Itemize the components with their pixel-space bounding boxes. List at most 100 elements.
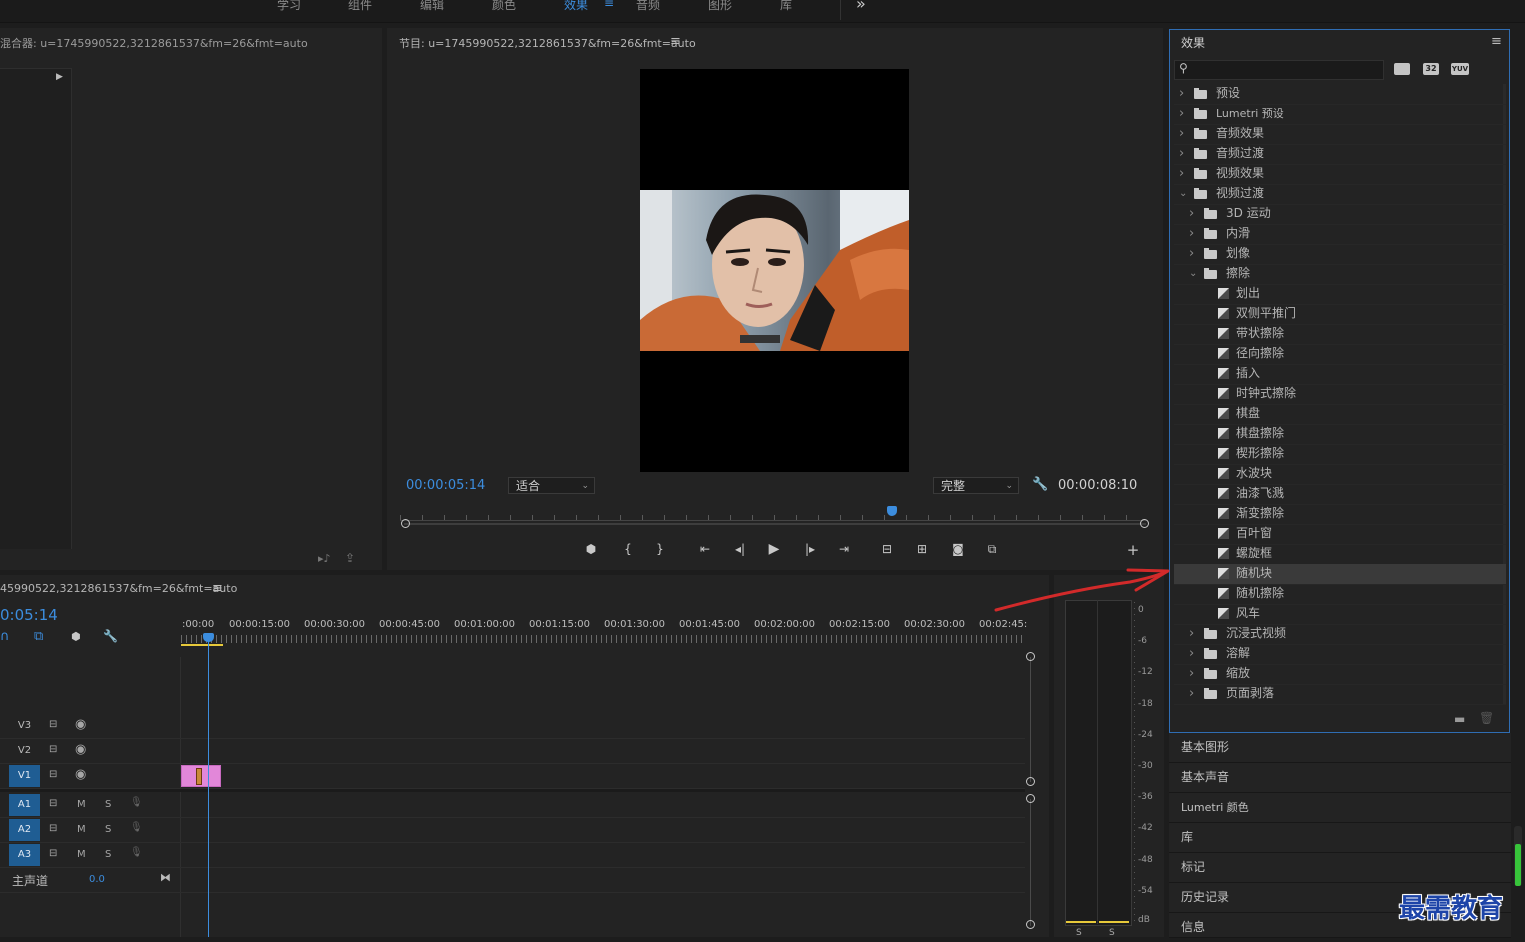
effect-folder[interactable]: › 沉浸式视频 — [1174, 624, 1506, 645]
timeline-timecode[interactable]: 0:05:14 — [0, 606, 58, 624]
master-track-end-icon[interactable]: ⧓ — [160, 871, 171, 884]
chevron-right-icon[interactable]: › — [1179, 84, 1184, 103]
track-name-v3[interactable]: V3 — [9, 715, 40, 737]
effect-folder[interactable]: ⌄ 视频过渡 — [1174, 184, 1506, 205]
add-button-icon[interactable]: + — [1124, 541, 1142, 559]
chevron-right-icon[interactable]: › — [1189, 204, 1194, 223]
effect-folder[interactable]: › 音频过渡 — [1174, 144, 1506, 165]
timeline-playhead-line[interactable] — [208, 641, 209, 937]
play-icon[interactable]: ▶ — [765, 541, 783, 557]
zoom-bar[interactable] — [404, 523, 1146, 525]
workspace-tab-editing[interactable]: 编辑 — [420, 0, 444, 13]
program-monitor-menu-icon[interactable]: ≡ — [670, 34, 681, 49]
export-icon[interactable]: ⇪ — [345, 551, 355, 565]
track-name-a1[interactable]: A1 — [9, 794, 40, 816]
more-workspaces-icon[interactable]: » — [856, 0, 866, 13]
track-name-a3[interactable]: A3 — [9, 844, 40, 866]
workspace-tab-graphics[interactable]: 图形 — [708, 0, 732, 13]
chevron-right-icon[interactable]: › — [1189, 244, 1194, 263]
master-track-value[interactable]: 0.0 — [89, 874, 105, 885]
workspace-tab-audio[interactable]: 音频 — [636, 0, 660, 13]
delete-icon[interactable]: 🗑 — [1479, 711, 1494, 725]
eye-icon[interactable]: ◉ — [75, 717, 86, 732]
step-back-icon[interactable]: ◂| — [731, 542, 749, 556]
effects-panel-menu-icon[interactable]: ≡ — [1491, 34, 1502, 49]
workspace-tab-libraries[interactable]: 库 — [780, 0, 792, 13]
track-row-v3[interactable]: V3 ⊟ ◉ — [0, 714, 1025, 739]
solo-button[interactable]: S — [105, 849, 111, 860]
effect-folder[interactable]: › 缩放 — [1174, 664, 1506, 685]
lumetri-color-panel[interactable]: Lumetri 颜色 — [1169, 793, 1511, 823]
accelerated-effects-icon[interactable] — [1394, 63, 1410, 75]
linked-selection-icon[interactable]: ⧉ — [34, 629, 43, 644]
go-to-out-icon[interactable]: ⇥ — [835, 542, 853, 556]
track-row-a2[interactable]: A2 ⊟ M S 🎙 — [0, 818, 1025, 843]
effect-item[interactable]: 棋盘 — [1174, 404, 1506, 425]
essential-graphics-panel[interactable]: 基本图形 — [1169, 733, 1511, 763]
toggle-sync-lock-icon[interactable]: ⊟ — [49, 744, 57, 755]
track-row-v2[interactable]: V2 ⊟ ◉ — [0, 739, 1025, 764]
chevron-right-icon[interactable]: › — [1179, 144, 1184, 163]
solo-button[interactable]: S — [105, 824, 111, 835]
effect-item[interactable]: 水波块 — [1174, 464, 1506, 485]
toggle-sync-lock-icon[interactable]: ⊟ — [49, 848, 57, 859]
microphone-icon[interactable]: 🎙 — [130, 822, 143, 833]
essential-sound-panel[interactable]: 基本声音 — [1169, 763, 1511, 793]
eye-icon[interactable]: ◉ — [75, 767, 86, 782]
toggle-sync-lock-icon[interactable]: ⊟ — [49, 769, 57, 780]
mute-button[interactable]: M — [77, 824, 86, 835]
effect-folder[interactable]: › 页面剥落 — [1174, 684, 1506, 705]
chevron-right-icon[interactable]: › — [1189, 624, 1194, 643]
chevron-right-icon[interactable]: › — [1189, 224, 1194, 243]
track-name-v1[interactable]: V1 — [9, 765, 40, 787]
workspace-tab-color[interactable]: 颜色 — [492, 0, 516, 13]
effect-item[interactable]: 划出 — [1174, 284, 1506, 305]
effect-item[interactable]: 径向擦除 — [1174, 344, 1506, 365]
scroll-handle-icon[interactable] — [1026, 920, 1035, 929]
workspace-tab-assembly[interactable]: 组件 — [348, 0, 372, 13]
effect-item[interactable]: 百叶窗 — [1174, 524, 1506, 545]
effect-folder[interactable]: › 预设 — [1174, 84, 1506, 105]
effect-item[interactable]: 插入 — [1174, 364, 1506, 385]
chevron-right-icon[interactable]: › — [1179, 104, 1184, 123]
effect-folder[interactable]: › 视频效果 — [1174, 164, 1506, 185]
timeline-scrollbar-track[interactable] — [1030, 657, 1031, 782]
timeline-playhead-head[interactable] — [203, 633, 214, 642]
expand-arrow-icon[interactable]: ▶ — [56, 72, 63, 82]
effect-folder[interactable]: › 音频效果 — [1174, 124, 1506, 145]
effects-search-box[interactable]: ⚲ — [1174, 60, 1384, 80]
transition-marker[interactable] — [196, 768, 202, 785]
scroll-handle-icon[interactable] — [1026, 652, 1035, 661]
scrub-ruler[interactable] — [400, 508, 1146, 521]
playhead-marker[interactable] — [887, 506, 897, 516]
chevron-down-icon[interactable]: ⌄ — [1189, 264, 1197, 283]
work-area-bar[interactable] — [181, 644, 223, 646]
yuv-effects-icon[interactable]: YUV — [1451, 63, 1469, 75]
effect-item[interactable]: 螺旋框 — [1174, 544, 1506, 565]
timeline-marker-icon[interactable]: ⬢ — [71, 630, 81, 643]
extract-icon[interactable]: ⊞ — [913, 542, 931, 556]
chevron-right-icon[interactable]: › — [1179, 164, 1184, 183]
workspace-tab-learn[interactable]: 学习 — [277, 0, 301, 13]
new-bin-icon[interactable]: ▬ — [1454, 712, 1465, 726]
timeline-scrollbar-track[interactable] — [1030, 799, 1031, 926]
mixer-footer-icon[interactable]: ▸♪ — [318, 552, 331, 565]
chevron-right-icon[interactable]: › — [1189, 644, 1194, 663]
add-marker-icon[interactable]: ⬢ — [582, 542, 600, 556]
effects-search-input[interactable] — [1195, 62, 1379, 78]
effect-item[interactable]: 风车 — [1174, 604, 1506, 625]
markers-panel[interactable]: 标记 — [1169, 853, 1511, 883]
eye-icon[interactable]: ◉ — [75, 742, 86, 757]
effect-item[interactable]: 楔形擦除 — [1174, 444, 1506, 465]
workspace-menu-icon[interactable]: ≡ — [604, 0, 614, 10]
effect-folder[interactable]: › 3D 运动 — [1174, 204, 1506, 225]
effect-folder[interactable]: › 溶解 — [1174, 644, 1506, 665]
quality-dropdown[interactable]: 完整 ⌄ — [933, 477, 1019, 494]
effect-item[interactable]: 棋盘擦除 — [1174, 424, 1506, 445]
lift-icon[interactable]: ⊟ — [878, 542, 896, 556]
effect-folder[interactable]: ⌄ 擦除 — [1174, 264, 1506, 285]
toggle-sync-lock-icon[interactable]: ⊟ — [49, 823, 57, 834]
solo-button[interactable]: S — [105, 799, 111, 810]
effect-item[interactable]: 随机擦除 — [1174, 584, 1506, 605]
chevron-right-icon[interactable]: › — [1179, 124, 1184, 143]
